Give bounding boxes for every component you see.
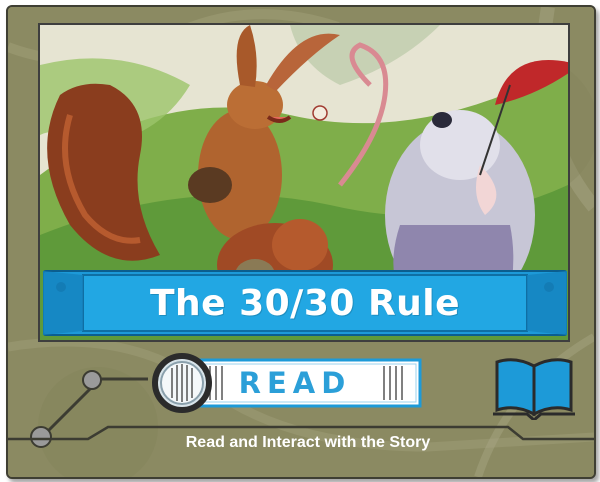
read-button-label: READ — [238, 366, 352, 400]
title-banner: The 30/30 Rule — [42, 267, 568, 339]
story-card: The 30/30 Rule READ Read and Interact wi… — [6, 5, 596, 479]
open-book-button[interactable] — [493, 356, 575, 422]
open-book-icon — [493, 358, 575, 422]
read-button[interactable]: READ — [148, 353, 426, 413]
story-subtitle: Read and Interact with the Story — [185, 434, 431, 451]
magnifier-icon — [152, 353, 212, 413]
story-title: The 30/30 Rule — [149, 282, 461, 324]
